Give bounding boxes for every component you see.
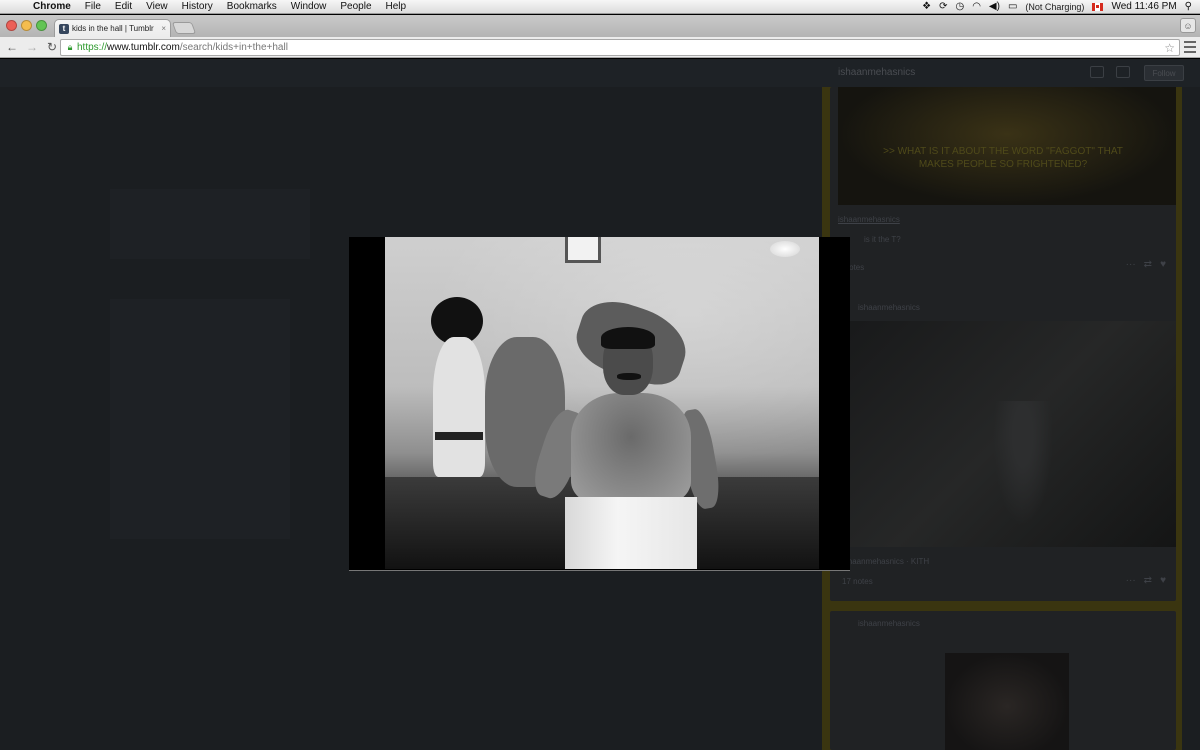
image-towel <box>565 497 697 569</box>
follow-button[interactable]: Follow <box>1144 65 1184 81</box>
lock-icon[interactable]: 🔒︎ <box>63 42 77 53</box>
sync-icon[interactable]: ⟳ <box>939 1 947 12</box>
address-bar[interactable]: 🔒︎ https:// www.tumblr.com /search/kids+… <box>60 39 1180 56</box>
menu-people[interactable]: People <box>333 0 378 14</box>
status-area: ❖ ⟳ ◷ ◠ ◀) ▭ (Not Charging) Wed 11:46 PM… <box>922 1 1200 12</box>
bookmark-star-icon[interactable]: ☆ <box>1164 41 1175 55</box>
tab-active[interactable]: t kids in the hall | Tumblr × <box>54 19 171 37</box>
menu-app-chrome[interactable]: Chrome <box>26 0 78 14</box>
image-torso <box>571 393 691 503</box>
background-block <box>110 189 310 259</box>
more-icon[interactable]: ··· <box>1126 259 1136 270</box>
image-lamp <box>565 237 601 263</box>
post-header[interactable]: ishaanmehasnics <box>858 619 920 628</box>
post-overlay-text: >> WHAT IS IT ABOUT THE WORD "FAGGOT" TH… <box>883 146 1123 170</box>
back-icon[interactable]: ← <box>4 39 20 55</box>
video-lightbox[interactable] <box>349 237 850 571</box>
reblog-icon[interactable]: ⇄ <box>1144 259 1152 270</box>
image-body <box>433 337 485 477</box>
post-media[interactable] <box>838 321 1176 547</box>
forward-icon[interactable]: → <box>24 39 40 55</box>
post-author-link[interactable]: ishaanmehasnics <box>838 215 900 224</box>
menu-bar: Chrome File Edit View History Bookmarks … <box>0 0 1200 14</box>
window-controls <box>6 20 47 31</box>
image-belt <box>435 432 483 440</box>
post-header[interactable]: ishaanmehasnics <box>858 303 920 312</box>
image-person-main <box>527 327 735 569</box>
browser-toolbar: ← → ↻ 🔒︎ https:// www.tumblr.com /search… <box>0 37 1200 58</box>
menu-edit[interactable]: Edit <box>108 0 139 14</box>
tumblr-favicon-icon: t <box>59 23 69 34</box>
reload-icon[interactable]: ↻ <box>44 39 60 55</box>
menu-help[interactable]: Help <box>379 0 414 14</box>
dropbox-icon[interactable]: ❖ <box>922 1 931 12</box>
post-card[interactable]: ishaanmehasnics ishaanmehasnics · KITH 1… <box>830 295 1176 601</box>
url-path: /search/kids+in+the+hall <box>179 42 288 53</box>
user-icon[interactable] <box>1116 66 1130 78</box>
image-hair <box>601 327 655 349</box>
blog-name[interactable]: ishaanmehasnics <box>838 67 915 78</box>
post-card[interactable]: ishaanmehasnics <box>830 611 1176 750</box>
wifi-icon[interactable]: ◠ <box>972 1 981 12</box>
like-icon[interactable]: ♥ <box>1160 259 1166 270</box>
menu-clock[interactable]: Wed 11:46 PM <box>1111 1 1176 12</box>
spotlight-icon[interactable]: ⚲ <box>1185 1 1192 12</box>
page-content: ishaanmehasnics Follow >> WHAT IS IT ABO… <box>0 59 1200 750</box>
post-thumbnail-figure <box>988 401 1058 541</box>
post-notes[interactable]: 17 notes <box>842 577 873 586</box>
post-card[interactable]: >> WHAT IS IT ABOUT THE WORD "FAGGOT" TH… <box>830 87 1176 297</box>
tab-close-icon[interactable]: × <box>161 24 166 33</box>
post-media[interactable]: >> WHAT IS IT ABOUT THE WORD "FAGGOT" TH… <box>838 87 1176 205</box>
clock-icon[interactable]: ◷ <box>955 1 964 12</box>
minimize-window-button[interactable] <box>21 20 32 31</box>
lightbox-image[interactable] <box>385 237 819 569</box>
post-actions: ··· ⇄ ♥ <box>1126 259 1166 270</box>
background-block <box>110 299 290 539</box>
post-caption: ishaanmehasnics · KITH <box>842 557 930 566</box>
like-icon[interactable]: ♥ <box>1160 575 1166 586</box>
menu-file[interactable]: File <box>78 0 108 14</box>
tab-strip: t kids in the hall | Tumblr × ☺ <box>0 15 1200 37</box>
battery-status[interactable]: (Not Charging) <box>1025 2 1084 12</box>
image-mustache <box>617 373 641 380</box>
url-scheme: https:// <box>77 42 108 53</box>
menu-history[interactable]: History <box>175 0 220 14</box>
post-media[interactable] <box>945 653 1069 750</box>
reblog-icon[interactable]: ⇄ <box>1144 575 1152 586</box>
close-window-button[interactable] <box>6 20 17 31</box>
more-icon[interactable]: ··· <box>1126 575 1136 586</box>
chrome-menu-icon[interactable] <box>1184 41 1196 53</box>
post-caption: is it the T? <box>864 235 901 244</box>
menu-view[interactable]: View <box>139 0 175 14</box>
post-actions: ··· ⇄ ♥ <box>1126 575 1166 586</box>
dashboard-header: ishaanmehasnics Follow <box>0 59 1200 87</box>
battery-icon[interactable]: ▭ <box>1008 1 1017 12</box>
new-tab-button[interactable] <box>171 22 197 34</box>
volume-icon[interactable]: ◀) <box>989 1 1000 12</box>
tab-title: kids in the hall | Tumblr <box>72 24 154 33</box>
input-source-flag-icon[interactable] <box>1092 2 1104 11</box>
menu-bookmarks[interactable]: Bookmarks <box>220 0 284 14</box>
image-light <box>770 241 800 257</box>
menu-window[interactable]: Window <box>284 0 334 14</box>
url-host: www.tumblr.com <box>107 42 180 53</box>
share-icon[interactable] <box>1090 66 1104 78</box>
profile-icon[interactable]: ☺ <box>1180 18 1196 33</box>
zoom-window-button[interactable] <box>36 20 47 31</box>
